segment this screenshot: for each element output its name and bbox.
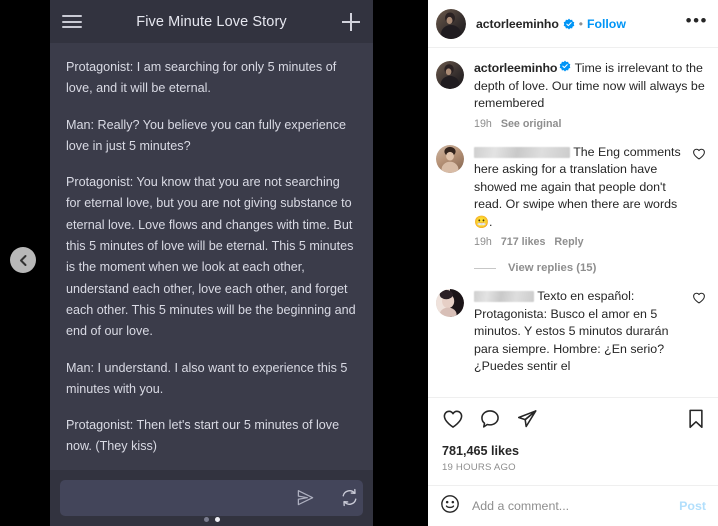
post-timestamp: 19 HOURS AGO bbox=[442, 462, 516, 473]
post-caption: actorleeminho Time is irrelevant to the … bbox=[436, 60, 708, 130]
avatar[interactable] bbox=[436, 8, 466, 39]
heart-outline-icon[interactable] bbox=[442, 408, 464, 435]
add-comment-input[interactable] bbox=[472, 499, 668, 513]
post-actions-bar: 781,465 likes 19 HOURS AGO bbox=[428, 397, 718, 485]
chevron-left-icon bbox=[18, 254, 29, 267]
avatar[interactable] bbox=[436, 289, 464, 317]
caption-text-row: actorleeminho Time is irrelevant to the … bbox=[474, 60, 708, 113]
pagination-dot[interactable] bbox=[203, 517, 209, 522]
caption-username[interactable]: actorleeminho bbox=[474, 61, 557, 75]
share-paper-plane-icon[interactable] bbox=[516, 408, 538, 435]
post-author-row: actorleeminho • Follow bbox=[476, 17, 686, 31]
comments-list[interactable]: actorleeminho Time is irrelevant to the … bbox=[428, 48, 718, 397]
story-title: Five Minute Love Story bbox=[136, 13, 287, 30]
add-comment-bar: Post bbox=[428, 485, 718, 526]
emoji-smiley-icon[interactable] bbox=[440, 494, 460, 519]
caption-main: actorleeminho Time is irrelevant to the … bbox=[474, 60, 708, 130]
script-paragraph: Protagonist: Then let's start our 5 minu… bbox=[66, 418, 340, 454]
avatar[interactable] bbox=[436, 144, 464, 173]
comment-likes-count[interactable]: 717 likes bbox=[501, 236, 546, 248]
reply-button[interactable]: Reply bbox=[554, 236, 583, 248]
verified-badge-icon bbox=[563, 18, 575, 30]
comment-trailing-punct: . bbox=[488, 214, 493, 229]
plus-icon[interactable] bbox=[341, 12, 361, 32]
heart-outline-icon[interactable] bbox=[692, 291, 708, 376]
app-screenshot: Five Minute Love Story Protagonist: I am… bbox=[0, 0, 718, 526]
comment-bubble-icon[interactable] bbox=[479, 408, 501, 435]
avatar[interactable] bbox=[436, 61, 464, 89]
post-author-username[interactable]: actorleeminho bbox=[476, 17, 559, 31]
redacted-username bbox=[474, 291, 534, 302]
caption-meta: 19h See original bbox=[474, 118, 708, 130]
divider-line bbox=[474, 267, 496, 269]
comment-text-row: Texto en español: Protagonista: Busco el… bbox=[474, 288, 686, 376]
carousel-prev-button[interactable] bbox=[10, 247, 36, 273]
follow-button[interactable]: Follow bbox=[587, 17, 626, 31]
likes-count[interactable]: 781,465 likes bbox=[442, 444, 706, 458]
script-paragraph: Protagonist: You know that you are not s… bbox=[66, 175, 356, 339]
comment-meta: 19h 717 likes Reply bbox=[474, 236, 686, 248]
action-icon-row bbox=[442, 408, 706, 435]
comment-main: The Eng comments here asking for a trans… bbox=[474, 144, 686, 248]
story-header-bar: Five Minute Love Story bbox=[50, 0, 373, 43]
comment-time: 19h bbox=[474, 236, 492, 248]
list-item: The Eng comments here asking for a trans… bbox=[436, 144, 708, 249]
script-paragraph: Man: Really? You believe you can fully e… bbox=[66, 117, 347, 153]
pagination-dots bbox=[50, 517, 373, 522]
story-footer-bar bbox=[50, 470, 373, 526]
view-replies-row[interactable]: View replies (15) bbox=[474, 262, 708, 274]
post-comment-button[interactable]: Post bbox=[679, 499, 706, 513]
verified-badge-icon bbox=[559, 60, 571, 72]
bookmark-outline-icon[interactable] bbox=[686, 408, 706, 435]
view-replies-label[interactable]: View replies (15) bbox=[508, 262, 596, 274]
send-paper-plane-icon[interactable] bbox=[296, 488, 315, 512]
pagination-dot-active[interactable] bbox=[214, 517, 220, 522]
script-paragraph: Man: I understand. I also want to experi… bbox=[66, 360, 348, 396]
instagram-post-header: actorleeminho • Follow ••• bbox=[428, 0, 718, 48]
comment-text-row: The Eng comments here asking for a trans… bbox=[474, 144, 686, 232]
caption-time: 19h bbox=[474, 117, 492, 130]
story-message-input[interactable] bbox=[60, 480, 363, 516]
heart-outline-icon[interactable] bbox=[692, 147, 708, 249]
comment-main: Texto en español: Protagonista: Busco el… bbox=[474, 288, 686, 376]
instagram-post-panel: actorleeminho • Follow ••• actorleeminho… bbox=[428, 0, 718, 526]
story-script-body: Protagonist: I am searching for only 5 m… bbox=[50, 43, 373, 470]
comment-emoji: 😬 bbox=[474, 214, 489, 229]
redacted-username bbox=[474, 146, 570, 158]
story-slide-panel: Five Minute Love Story Protagonist: I am… bbox=[50, 0, 373, 526]
see-original-button[interactable]: See original bbox=[501, 118, 562, 130]
author-separator: • bbox=[578, 16, 583, 31]
list-item: Texto en español: Protagonista: Busco el… bbox=[436, 288, 708, 376]
hamburger-menu-icon[interactable] bbox=[62, 12, 82, 32]
script-paragraph: Protagonist: I am searching for only 5 m… bbox=[66, 60, 337, 96]
story-viewer-stage: Five Minute Love Story Protagonist: I am… bbox=[0, 0, 428, 526]
refresh-sync-icon[interactable] bbox=[340, 488, 359, 512]
more-options-icon[interactable]: ••• bbox=[686, 12, 708, 32]
